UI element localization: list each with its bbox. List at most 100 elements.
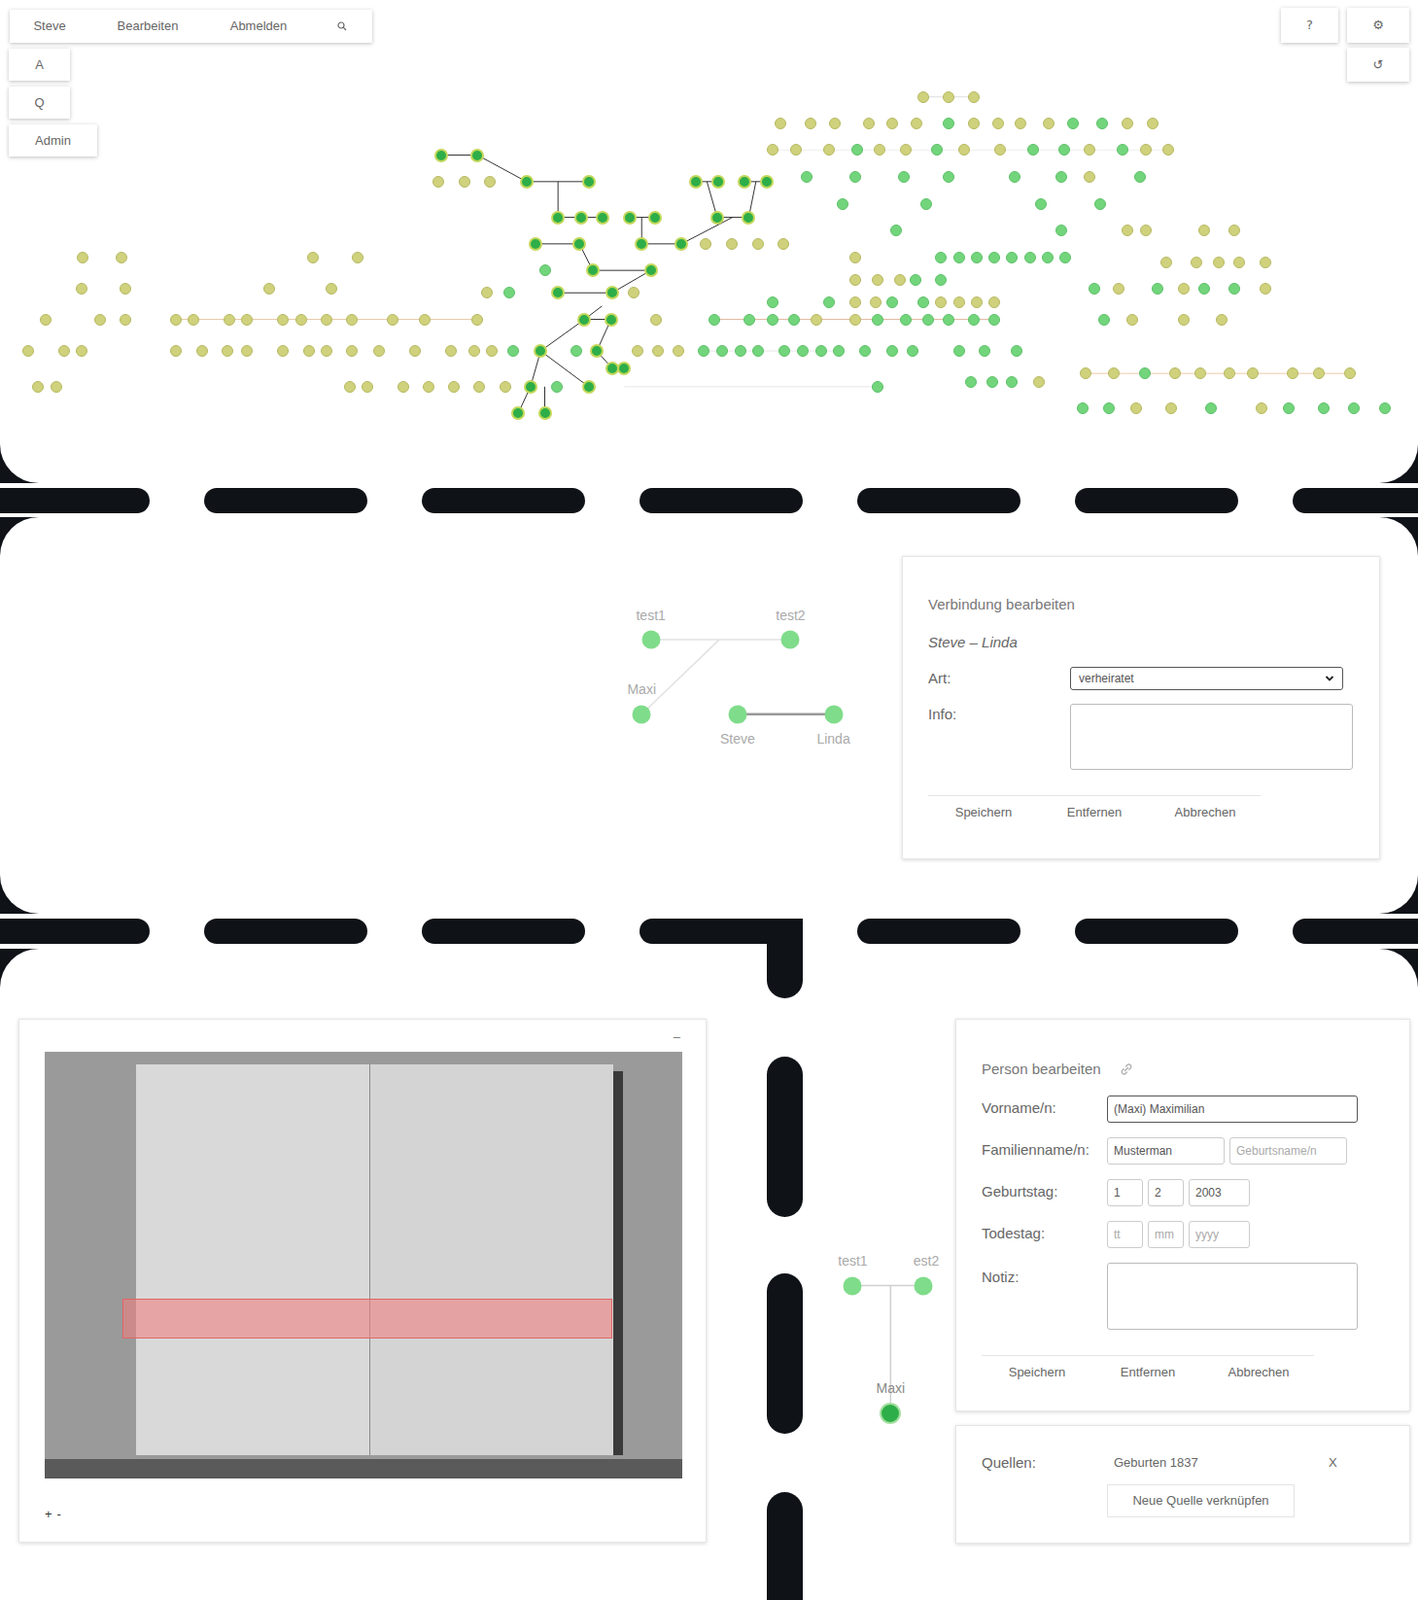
person-node[interactable] bbox=[94, 313, 106, 326]
person-node[interactable] bbox=[648, 210, 662, 225]
person-node[interactable] bbox=[970, 251, 983, 264]
person-node[interactable] bbox=[879, 1402, 901, 1424]
person-node[interactable] bbox=[503, 286, 516, 299]
person-node[interactable] bbox=[473, 380, 485, 393]
person-node[interactable] bbox=[1042, 117, 1055, 130]
person-node[interactable] bbox=[622, 210, 637, 225]
person-node[interactable] bbox=[899, 143, 912, 156]
person-node[interactable] bbox=[886, 117, 899, 130]
person-node[interactable] bbox=[241, 313, 253, 326]
person-node[interactable] bbox=[574, 210, 588, 225]
zoom-out-button[interactable]: - bbox=[57, 1504, 62, 1524]
person-node[interactable] bbox=[397, 380, 410, 393]
text-input[interactable] bbox=[1147, 1178, 1184, 1207]
person-node[interactable] bbox=[631, 345, 644, 357]
person-node[interactable] bbox=[1126, 313, 1139, 326]
person-node[interactable] bbox=[307, 251, 319, 264]
person-node[interactable] bbox=[223, 313, 236, 326]
person-node[interactable] bbox=[1083, 171, 1096, 183]
person-node[interactable] bbox=[434, 148, 449, 163]
remove-button[interactable]: Entfernen bbox=[1092, 1354, 1204, 1383]
person-node[interactable] bbox=[1348, 402, 1360, 415]
person-node[interactable] bbox=[743, 313, 756, 326]
person-node[interactable] bbox=[986, 376, 999, 388]
person-node[interactable] bbox=[890, 224, 902, 237]
person-node[interactable] bbox=[920, 198, 933, 210]
person-node[interactable] bbox=[471, 313, 484, 326]
toolbar-item[interactable]: Steve bbox=[9, 16, 90, 36]
person-node[interactable] bbox=[832, 345, 845, 357]
person-node[interactable] bbox=[1130, 402, 1142, 415]
person-node[interactable] bbox=[1223, 367, 1236, 380]
person-node[interactable] bbox=[1103, 402, 1115, 415]
person-node[interactable] bbox=[689, 174, 703, 189]
person-node[interactable] bbox=[418, 313, 431, 326]
person-node[interactable] bbox=[1027, 143, 1039, 156]
person-node[interactable] bbox=[1233, 256, 1246, 269]
person-node[interactable] bbox=[1228, 224, 1241, 237]
person-node[interactable] bbox=[650, 313, 662, 326]
person-node[interactable] bbox=[75, 282, 88, 295]
person-node[interactable] bbox=[1228, 282, 1241, 295]
person-node[interactable] bbox=[699, 238, 712, 250]
person-node[interactable] bbox=[968, 117, 980, 130]
person-node[interactable] bbox=[734, 345, 747, 357]
person-node[interactable] bbox=[641, 630, 660, 650]
person-node[interactable] bbox=[674, 237, 689, 251]
person-node[interactable] bbox=[523, 380, 538, 394]
person-node[interactable] bbox=[741, 210, 756, 225]
person-node[interactable] bbox=[942, 171, 955, 183]
person-node[interactable] bbox=[1096, 117, 1108, 130]
person-node[interactable] bbox=[1198, 282, 1211, 295]
person-node[interactable] bbox=[170, 345, 182, 357]
person-node[interactable] bbox=[1058, 143, 1071, 156]
person-node[interactable] bbox=[344, 380, 356, 393]
person-node[interactable] bbox=[1024, 251, 1037, 264]
person-node[interactable] bbox=[499, 380, 512, 393]
help-button[interactable]: ? bbox=[1280, 7, 1339, 43]
person-node[interactable] bbox=[221, 345, 234, 357]
person-node[interactable] bbox=[910, 117, 923, 130]
person-node[interactable] bbox=[1259, 256, 1272, 269]
person-node[interactable] bbox=[39, 313, 52, 326]
person-node[interactable] bbox=[295, 313, 308, 326]
person-node[interactable] bbox=[1059, 251, 1072, 264]
text-input[interactable] bbox=[1188, 1220, 1250, 1248]
person-node[interactable] bbox=[851, 143, 864, 156]
person-node[interactable] bbox=[50, 380, 63, 393]
person-node[interactable] bbox=[1344, 367, 1356, 380]
person-node[interactable] bbox=[577, 312, 591, 327]
zoom-in-button[interactable]: + bbox=[44, 1504, 53, 1524]
person-node[interactable] bbox=[1151, 282, 1164, 295]
person-node[interactable] bbox=[1313, 367, 1325, 380]
person-node[interactable] bbox=[934, 274, 947, 286]
text-input[interactable] bbox=[1106, 1220, 1143, 1248]
person-node[interactable] bbox=[1177, 282, 1190, 295]
person-node[interactable] bbox=[572, 237, 587, 251]
person-node[interactable] bbox=[1190, 256, 1203, 269]
person-node[interactable] bbox=[906, 345, 919, 357]
person-node[interactable] bbox=[978, 345, 991, 357]
person-node[interactable] bbox=[849, 296, 862, 309]
remove-source-button[interactable]: X bbox=[1328, 1452, 1338, 1473]
person-node[interactable] bbox=[361, 380, 374, 393]
person-node[interactable] bbox=[325, 282, 338, 295]
person-node[interactable] bbox=[716, 345, 728, 357]
person-node[interactable] bbox=[804, 117, 817, 130]
person-node[interactable] bbox=[942, 91, 955, 104]
person-node[interactable] bbox=[1162, 143, 1175, 156]
person-node[interactable] bbox=[484, 175, 496, 188]
person-node[interactable] bbox=[992, 117, 1004, 130]
person-node[interactable] bbox=[652, 345, 664, 357]
person-node[interactable] bbox=[965, 376, 977, 388]
person-node[interactable] bbox=[320, 313, 333, 326]
person-node[interactable] bbox=[970, 296, 983, 309]
person-node[interactable] bbox=[752, 238, 764, 250]
person-node[interactable] bbox=[58, 345, 70, 357]
person-node[interactable] bbox=[899, 313, 912, 326]
person-node[interactable] bbox=[551, 285, 565, 300]
person-node[interactable] bbox=[871, 313, 884, 326]
save-button[interactable]: Speichern bbox=[928, 795, 1039, 823]
person-node[interactable] bbox=[1067, 117, 1079, 130]
person-node[interactable] bbox=[886, 296, 899, 309]
